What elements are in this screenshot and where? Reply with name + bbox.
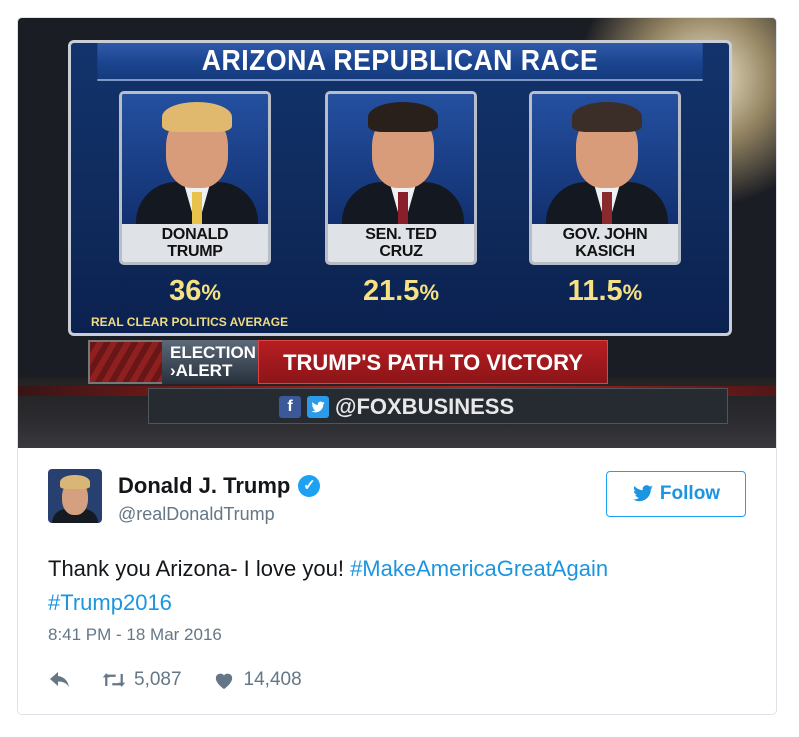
retweet-count: 5,087 [134, 669, 182, 690]
panel-title: ARIZONA REPUBLICAN RACE [97, 43, 703, 81]
candidate-card-cruz: SEN. TED CRUZ [325, 91, 477, 265]
candidate-card-kasich: GOV. JOHN KASICH [529, 91, 681, 265]
candidate-nameplate: DONALD TRUMP [122, 224, 268, 262]
verified-badge-icon: ✓ [298, 475, 321, 497]
candidate-percent: 36% [169, 275, 221, 307]
tie [398, 192, 408, 228]
candidate-card-trump: DONALD TRUMP [119, 91, 271, 265]
tweet-photo[interactable]: ARIZONA REPUBLICAN RACE DONALD TRUMP 36% [18, 18, 776, 448]
candidate-nameplate: GOV. JOHN KASICH [532, 224, 678, 262]
user-handle[interactable]: @realDonaldTrump [118, 504, 275, 525]
retweet-button[interactable]: 5,087 [102, 669, 182, 691]
tweet-timestamp[interactable]: 8:41 PM - 18 Mar 2016 [48, 625, 222, 645]
alert-label: ELECTION ›ALERT [162, 340, 258, 384]
twitter-bird-icon [633, 485, 653, 502]
hashtag-link[interactable]: #Trump2016 [48, 590, 172, 615]
hashtag-link[interactable]: #MakeAmericaGreatAgain [350, 556, 608, 581]
election-alert-bar: ELECTION ›ALERT TRUMP'S PATH TO VICTORY [88, 340, 608, 384]
tie [192, 192, 202, 228]
avatar[interactable] [48, 469, 102, 523]
facebook-icon: f [279, 396, 301, 418]
tweet-actions: 5,087 14,408 [48, 668, 302, 692]
social-bar: f @FOXBUSINESS [148, 388, 728, 424]
hair [368, 102, 438, 132]
alert-stripes [88, 340, 168, 384]
like-count: 14,408 [243, 669, 302, 690]
retweet-icon [102, 673, 126, 687]
race-panel: ARIZONA REPUBLICAN RACE DONALD TRUMP 36% [68, 40, 732, 336]
tweet-card: ARIZONA REPUBLICAN RACE DONALD TRUMP 36% [17, 17, 777, 715]
hair [572, 102, 642, 132]
candidate-nameplate: SEN. TED CRUZ [328, 224, 474, 262]
candidate-percent: 21.5% [362, 275, 439, 307]
follow-button[interactable]: Follow [606, 471, 746, 517]
social-handle: @FOXBUSINESS [335, 394, 515, 419]
tweet-text: Thank you Arizona- I love you! #MakeAmer… [48, 556, 609, 615]
tie [602, 192, 612, 228]
like-button[interactable]: 14,408 [212, 669, 302, 691]
twitter-icon [307, 396, 329, 418]
reply-button[interactable] [48, 670, 72, 690]
heart-icon [215, 673, 232, 690]
alert-headline: TRUMP'S PATH TO VICTORY [258, 340, 608, 384]
hair [162, 102, 232, 132]
source-note: REAL CLEAR POLITICS AVERAGE [91, 315, 289, 329]
user-name[interactable]: Donald J. Trump ✓ [118, 473, 321, 499]
candidate-percent: 11.5% [567, 275, 643, 307]
reply-icon [50, 672, 69, 687]
